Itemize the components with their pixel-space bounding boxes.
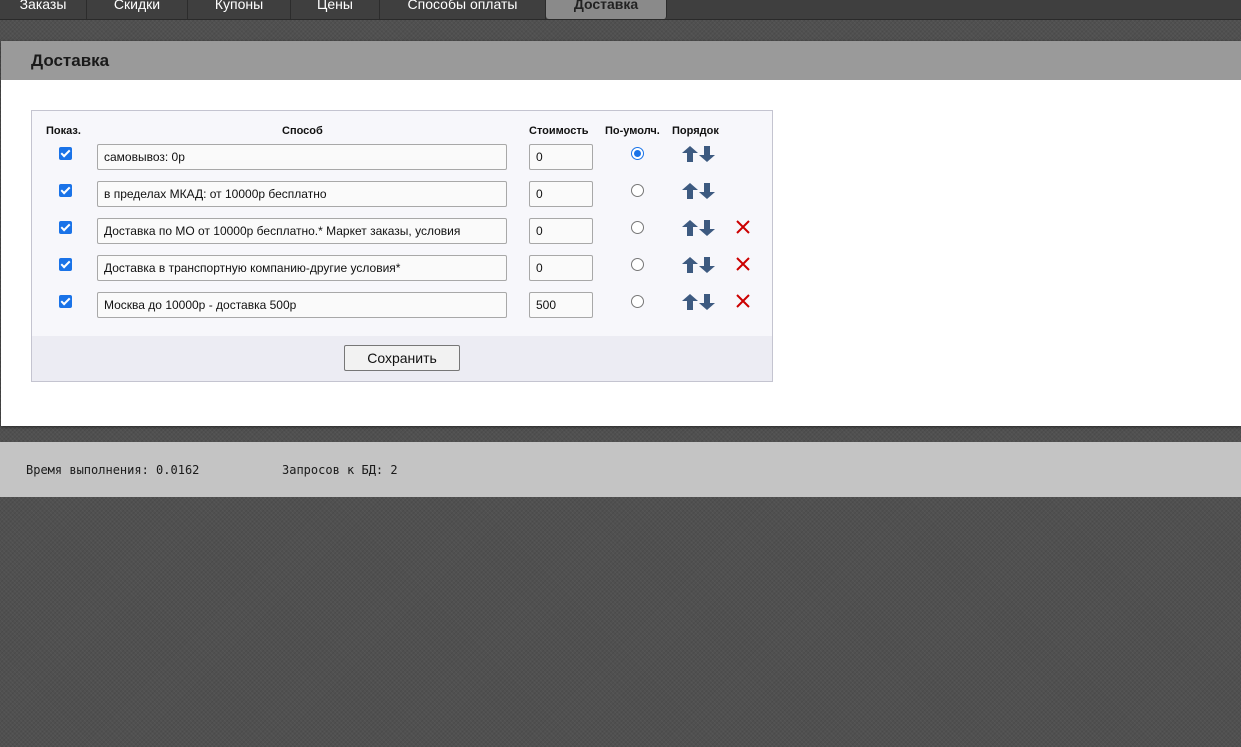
order-arrows — [682, 183, 715, 199]
status-bar: Время выполнения: 0.0162 Запросов к БД: … — [0, 442, 1241, 497]
default-radio[interactable] — [631, 295, 644, 308]
arrow-down-icon[interactable] — [699, 220, 715, 236]
tab-orders[interactable]: Заказы — [0, 0, 87, 19]
close-icon[interactable] — [735, 256, 751, 272]
default-radio[interactable] — [631, 258, 644, 271]
show-checkbox[interactable] — [59, 258, 72, 271]
tab-coupons[interactable]: Купоны — [188, 0, 291, 19]
default-radio[interactable] — [631, 147, 644, 160]
tab-prices[interactable]: Цены — [291, 0, 380, 19]
show-checkbox[interactable] — [59, 221, 72, 234]
arrow-up-icon[interactable] — [682, 257, 698, 273]
order-arrows — [682, 220, 715, 236]
header-order: Порядок — [672, 125, 719, 137]
method-name-input[interactable]: самовывоз: 0р — [97, 144, 507, 170]
arrow-up-icon[interactable] — [682, 146, 698, 162]
delivery-methods-table: Показ. Способ Стоимость По-умолч. Порядо… — [31, 110, 773, 382]
header-method: Способ — [282, 125, 323, 137]
order-arrows — [682, 257, 715, 273]
execution-time: Время выполнения: 0.0162 — [26, 463, 200, 477]
table-footer: Сохранить — [32, 336, 772, 381]
cost-input[interactable]: 0 — [529, 144, 593, 170]
arrow-down-icon[interactable] — [699, 146, 715, 162]
order-arrows — [682, 146, 715, 162]
method-name-input[interactable]: Доставка в транспортную компанию-другие … — [97, 255, 507, 281]
default-radio[interactable] — [631, 184, 644, 197]
close-icon[interactable] — [735, 219, 751, 235]
db-queries-count: Запросов к БД: 2 — [282, 463, 398, 477]
arrow-down-icon[interactable] — [699, 257, 715, 273]
method-name-input[interactable]: Москва до 10000р - доставка 500р — [97, 292, 507, 318]
show-checkbox[interactable] — [59, 295, 72, 308]
cost-input[interactable]: 0 — [529, 218, 593, 244]
show-checkbox[interactable] — [59, 147, 72, 160]
table-row: Доставка по МО от 10000р бесплатно.* Мар… — [32, 218, 772, 246]
close-icon[interactable] — [735, 293, 751, 309]
method-name-input[interactable]: Доставка по МО от 10000р бесплатно.* Мар… — [97, 218, 507, 244]
arrow-up-icon[interactable] — [682, 220, 698, 236]
save-button[interactable]: Сохранить — [344, 345, 460, 371]
default-radio[interactable] — [631, 221, 644, 234]
top-tab-bar: Заказы Скидки Купоны Цены Способы оплаты… — [0, 0, 1241, 20]
tab-delivery[interactable]: Доставка — [546, 0, 667, 19]
header-show: Показ. — [46, 125, 81, 137]
page-title: Доставка — [1, 41, 1241, 80]
arrow-down-icon[interactable] — [699, 294, 715, 310]
tab-discounts[interactable]: Скидки — [87, 0, 188, 19]
table-row: самовывоз: 0р 0 — [32, 144, 772, 172]
table-row: Москва до 10000р - доставка 500р 500 — [32, 292, 772, 320]
order-arrows — [682, 294, 715, 310]
cost-input[interactable]: 500 — [529, 292, 593, 318]
table-row: Доставка в транспортную компанию-другие … — [32, 255, 772, 283]
header-cost: Стоимость — [529, 125, 589, 137]
cost-input[interactable]: 0 — [529, 181, 593, 207]
show-checkbox[interactable] — [59, 184, 72, 197]
table-row: в пределах МКАД: от 10000р бесплатно 0 — [32, 181, 772, 209]
delivery-panel: Доставка Показ. Способ Стоимость По-умол… — [1, 41, 1241, 426]
cost-input[interactable]: 0 — [529, 255, 593, 281]
arrow-up-icon[interactable] — [682, 183, 698, 199]
tab-payment-methods[interactable]: Способы оплаты — [380, 0, 546, 19]
arrow-up-icon[interactable] — [682, 294, 698, 310]
arrow-down-icon[interactable] — [699, 183, 715, 199]
method-name-input[interactable]: в пределах МКАД: от 10000р бесплатно — [97, 181, 507, 207]
header-default: По-умолч. — [605, 125, 660, 137]
